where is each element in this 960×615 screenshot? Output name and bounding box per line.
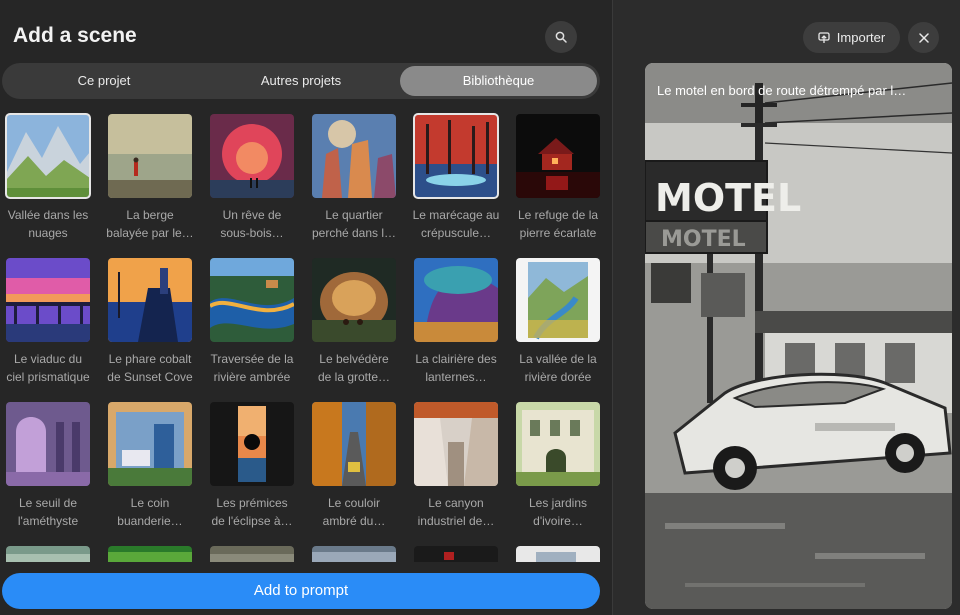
scene-caption: Vallée dans les nuages [7, 208, 89, 240]
preview-panel: Importer MOTEL MOTEL Le motel en bord de… [613, 0, 960, 615]
scene-caption: Le seuil de l'améthyste [17, 496, 79, 528]
preview-title: Le motel en bord de route détrempé par l… [657, 83, 907, 98]
scene-thumbnail [108, 114, 192, 198]
scene-thumbnail [516, 546, 600, 562]
scene-caption: La berge balayée par le… [106, 208, 194, 240]
scene-thumbnail [210, 402, 294, 486]
scene-caption: Le viaduc du ciel prismatique [6, 352, 90, 384]
scene-thumbnail [6, 258, 90, 342]
close-icon [918, 32, 929, 43]
motel-sign-text: MOTEL [655, 176, 801, 220]
scene-thumbnail [210, 114, 294, 198]
scene-thumbnail [516, 402, 600, 486]
scene-thumbnail [210, 546, 294, 562]
import-icon [818, 31, 830, 43]
scene-thumbnail [108, 402, 192, 486]
tab-autres-projets[interactable]: Autres projets [202, 66, 400, 96]
scene-caption: Traversée de la rivière ambrée [210, 352, 294, 384]
motel-sign-lower-text: MOTEL [661, 227, 746, 252]
scene-thumbnail [312, 114, 396, 198]
scene-thumbnail [210, 258, 294, 342]
scene-caption: Les jardins d'ivoire… [528, 496, 588, 528]
add-to-prompt-button[interactable]: Add to prompt [2, 573, 600, 609]
scene-caption: Le marécage au crépuscule… [412, 208, 500, 240]
scene-caption: Le belvédère de la grotte… [317, 352, 391, 384]
scene-caption: Le coin buanderie… [117, 496, 183, 528]
page-title: Add a scene [13, 24, 137, 47]
scene-thumbnail [312, 258, 396, 342]
close-button[interactable] [908, 22, 939, 53]
scene-thumbnail [6, 546, 90, 562]
source-tabs: Ce projet Autres projets Bibliothèque [2, 63, 600, 99]
scene-thumbnail [5, 113, 91, 199]
scene-thumbnail [312, 402, 396, 486]
preview-image: MOTEL MOTEL Le motel en bord de route dé… [645, 63, 952, 609]
scene-caption: Le phare cobalt de Sunset Cove [107, 352, 193, 384]
scene-caption: Le refuge de la pierre écarlate [517, 208, 599, 240]
scene-caption: Un rêve de sous-bois… [220, 208, 284, 240]
import-label: Importer [836, 30, 886, 45]
import-button[interactable]: Importer [803, 22, 900, 53]
scene-caption: Les prémices de l'éclipse à… [211, 496, 293, 528]
search-icon [555, 31, 567, 43]
scene-caption: La clairière des lanternes… [415, 352, 497, 384]
scene-caption: La vallée de la rivière dorée [519, 352, 597, 384]
scene-thumbnail [516, 114, 600, 198]
scene-thumbnail [312, 546, 396, 562]
scene-thumbnail [414, 402, 498, 486]
scene-caption: Le quartier perché dans l… [311, 208, 397, 240]
scene-thumbnail [108, 258, 192, 342]
tab-bibliotheque[interactable]: Bibliothèque [400, 66, 597, 96]
search-button[interactable] [545, 21, 577, 53]
scene-thumbnail [414, 258, 498, 342]
tab-ce-projet[interactable]: Ce projet [6, 66, 202, 96]
scene-thumbnail [413, 113, 499, 199]
scene-caption: Le canyon industriel de… [417, 496, 495, 528]
motel-scene-illustration: MOTEL MOTEL [645, 63, 952, 609]
scene-caption: Le couloir ambré du… [322, 496, 386, 528]
scene-picker-panel: Add a scene Ce projet Autres projets Bib… [0, 0, 612, 615]
scene-thumbnail [6, 402, 90, 486]
scene-grid: Vallée dans les nuages La berge balayée pa… [0, 112, 612, 562]
scene-thumbnail [108, 546, 192, 562]
scene-thumbnail [414, 546, 498, 562]
scene-thumbnail [516, 258, 600, 342]
